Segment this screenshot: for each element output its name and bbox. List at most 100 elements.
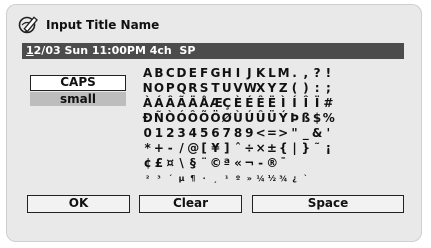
character-key[interactable]: U [221,81,232,96]
character-key[interactable]: Ä [187,96,198,111]
character-key[interactable]: ] [221,141,232,156]
character-key[interactable]: _ [300,126,311,141]
character-key[interactable]: A [142,66,153,81]
character-key[interactable]: $ [311,111,322,126]
character-key[interactable]: ¡ [323,141,334,156]
character-key[interactable]: ÷ [244,141,255,156]
character-key[interactable]: È [232,96,243,111]
character-key[interactable]: 8 [232,126,243,141]
character-key[interactable]: ® [266,156,278,171]
character-key[interactable]: Â [165,96,176,111]
character-key[interactable]: 5 [198,126,209,141]
character-key[interactable]: ² [142,171,153,186]
character-key[interactable]: > [278,126,289,141]
character-key[interactable]: ˜ [311,141,322,156]
character-key[interactable]: Ì [278,96,289,111]
character-key[interactable]: Z [278,81,289,96]
character-key[interactable]: ¾ [278,171,289,186]
character-key[interactable]: « [232,156,243,171]
character-key[interactable]: ¤ [165,156,176,171]
character-key[interactable]: ; [323,81,334,96]
character-key[interactable]: Ã [176,96,187,111]
character-key[interactable]: K [255,66,266,81]
small-mode-button[interactable]: small [30,92,126,106]
character-key[interactable]: § [187,156,198,171]
character-key[interactable]: © [210,156,222,171]
character-key[interactable]: C [165,66,176,81]
character-key[interactable]: ¥ [210,141,221,156]
character-key[interactable]: À [142,96,153,111]
character-key[interactable]: 9 [244,126,255,141]
character-key[interactable]: 6 [210,126,221,141]
character-key[interactable]: ? [311,66,322,81]
character-key[interactable]: W [244,81,257,96]
character-key[interactable]: ! [323,66,334,81]
character-key[interactable]: L [266,66,277,81]
character-key[interactable]: ½ [266,171,277,186]
character-key[interactable]: ¼ [255,171,266,186]
character-key[interactable]: Y [266,81,277,96]
character-key[interactable]: + [153,141,164,156]
character-key[interactable]: S [198,81,209,96]
character-key[interactable]: Ç [221,96,232,111]
character-key[interactable]: Ù [232,111,243,126]
character-key[interactable]: Ô [187,111,198,126]
character-key[interactable]: . [289,66,300,81]
character-key[interactable]: X [255,81,266,96]
character-key[interactable]: & [311,126,322,141]
character-key[interactable]: # [323,96,334,111]
character-key[interactable]: 7 [221,126,232,141]
character-key[interactable]: / [176,141,187,156]
character-key[interactable]: V [232,81,243,96]
character-key[interactable]: º [232,171,243,186]
character-key[interactable]: H [221,66,232,81]
character-key[interactable]: 0 [142,126,153,141]
character-key[interactable]: · [198,171,209,186]
character-key[interactable]: F [198,66,209,81]
character-key[interactable]: \ [176,156,187,171]
character-key[interactable]: ª [221,156,232,171]
character-key[interactable]: Î [300,96,311,111]
character-key[interactable]: ¬ [244,156,255,171]
character-key[interactable]: Í [289,96,300,111]
character-key[interactable]: : [311,81,322,96]
character-key[interactable]: Å [198,96,209,111]
character-key[interactable]: ˆ [232,141,243,156]
character-key[interactable]: Æ [210,96,223,111]
caps-mode-button[interactable]: CAPS [30,75,126,91]
character-key[interactable]: J [244,66,255,81]
character-key[interactable]: I [232,66,243,81]
character-key[interactable]: ¯ [278,156,289,171]
character-key[interactable]: Ê [255,96,266,111]
character-key[interactable]: µ [176,171,187,186]
character-key[interactable]: Ý [278,111,289,126]
character-key[interactable]: ` [300,171,311,186]
character-key[interactable]: Ò [165,111,176,126]
character-key[interactable]: D [176,66,187,81]
character-key[interactable]: ß [300,111,311,126]
character-key[interactable]: Ë [266,96,277,111]
character-key[interactable]: ¨ [198,156,209,171]
character-key[interactable]: × [255,141,266,156]
character-key[interactable]: - [255,156,266,171]
character-key[interactable]: { [278,141,289,156]
character-key[interactable]: Ö [210,111,221,126]
character-key[interactable]: Ú [244,111,255,126]
character-key[interactable]: @ [187,141,199,156]
character-key[interactable]: ³ [153,171,164,186]
character-key[interactable]: = [266,126,277,141]
character-key[interactable]: , [300,66,311,81]
character-key[interactable]: ) [300,81,311,96]
character-key[interactable]: O [153,81,164,96]
character-key[interactable]: R [187,81,198,96]
character-key[interactable]: < [255,126,266,141]
character-key[interactable]: 1 [153,126,164,141]
character-key[interactable]: ¿ [289,171,300,186]
character-key[interactable]: Ñ [153,111,164,126]
ok-button[interactable]: OK [27,195,130,213]
character-key[interactable]: - [165,141,176,156]
character-key[interactable]: M [278,66,290,81]
character-key[interactable]: N [142,81,153,96]
character-key[interactable]: Ø [221,111,232,126]
character-key[interactable]: » [244,171,255,186]
